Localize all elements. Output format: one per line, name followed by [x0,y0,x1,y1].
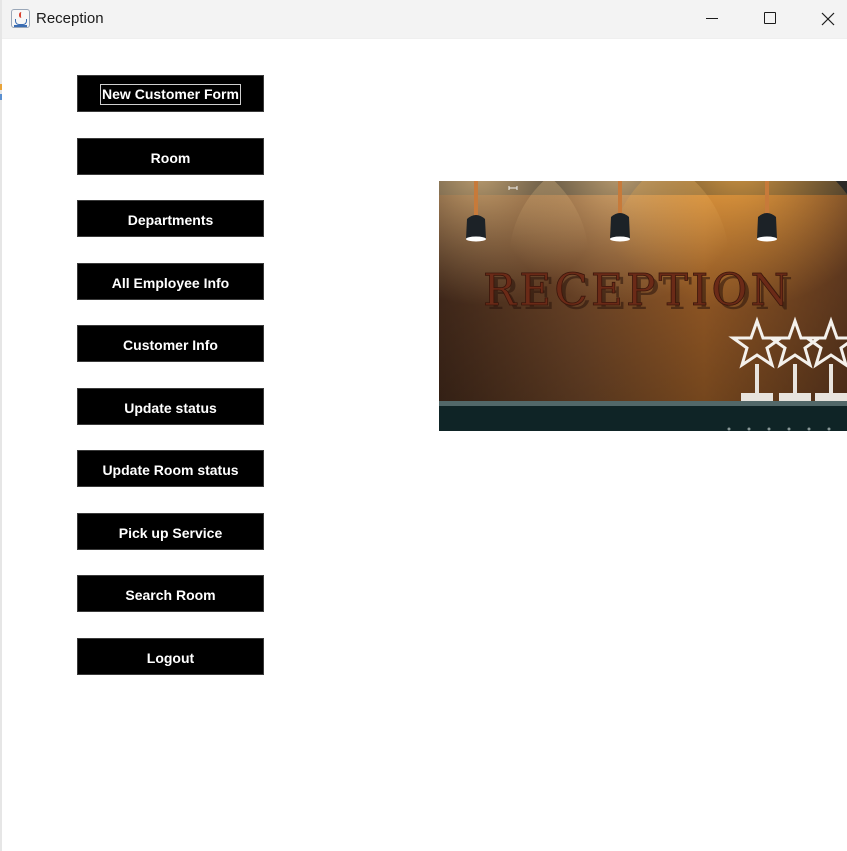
button-label: Update status [124,399,217,416]
reception-sign-text: RECEPTION [483,265,792,316]
departments-button[interactable]: Departments [77,200,264,237]
button-label: Pick up Service [118,524,223,541]
button-label: Departments [127,211,214,228]
all-employee-info-button[interactable]: All Employee Info [77,263,264,300]
java-cup-icon [11,9,30,28]
logout-button[interactable]: Logout [77,638,264,675]
update-room-status-button[interactable]: Update Room status [77,450,264,487]
close-button[interactable] [805,0,847,38]
button-label: Search Room [125,586,216,603]
room-button[interactable]: Room [77,138,264,175]
pick-up-service-button[interactable]: Pick up Service [77,513,264,550]
background-window-edge [0,84,2,116]
minimize-icon [706,18,718,19]
button-label: All Employee Info [111,274,230,291]
reception-photo: RECEPTION RECEPTION [439,181,847,431]
button-label: Customer Info [123,336,218,353]
button-label: New Customer Form [100,84,241,105]
customer-info-button[interactable]: Customer Info [77,325,264,362]
button-label: Logout [146,649,195,666]
new-customer-form-button[interactable]: New Customer Form [77,75,264,112]
maximize-button[interactable] [747,0,793,38]
close-icon [821,12,835,26]
reception-window: Reception New Customer Form Room Departm… [0,0,847,851]
update-status-button[interactable]: Update status [77,388,264,425]
search-room-button[interactable]: Search Room [77,575,264,612]
minimize-button[interactable] [689,0,735,38]
window-title: Reception [36,10,104,27]
maximize-icon [764,12,776,24]
button-label: Update Room status [102,461,239,478]
title-bar[interactable]: Reception [0,0,847,39]
window-left-border [0,0,2,851]
button-label: Room [150,149,191,166]
